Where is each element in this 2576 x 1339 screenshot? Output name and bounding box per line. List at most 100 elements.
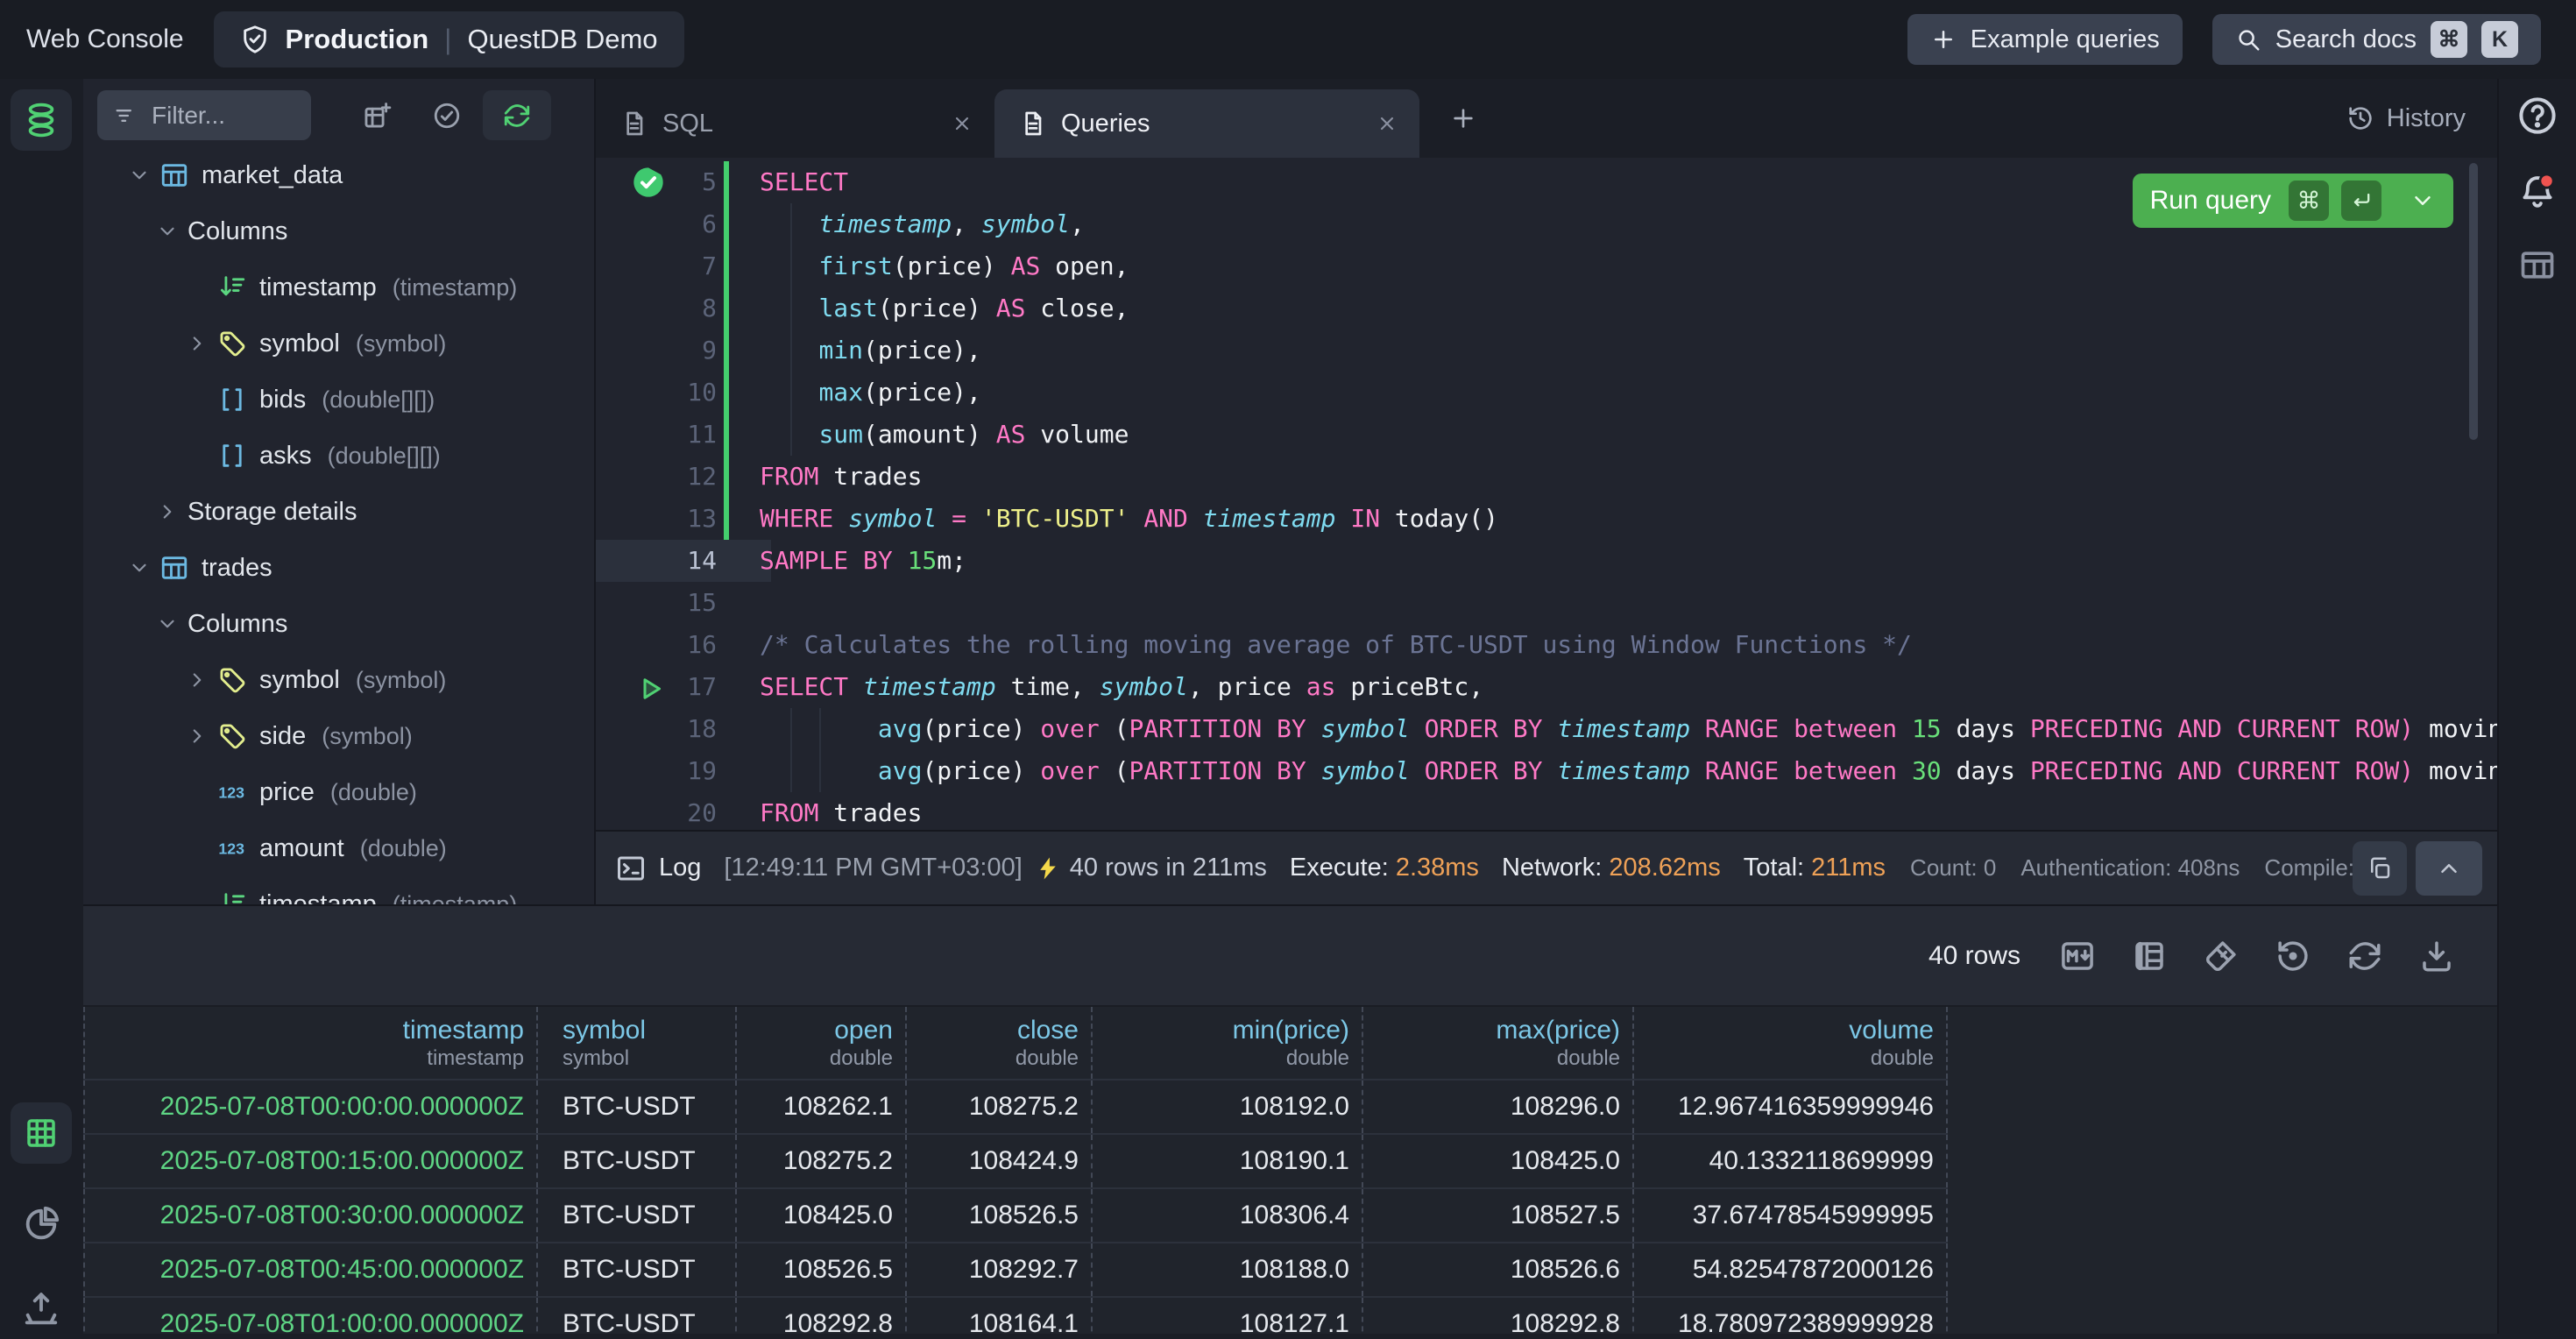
instance-badge[interactable]: Production | QuestDB Demo [214,11,684,67]
code-line-7[interactable]: 7 first(price) AS open, [596,245,2497,287]
export-button[interactable] [11,1278,72,1339]
tree-item-name: side [259,722,306,751]
code-line-19[interactable]: 19 avg(price) over (PARTITION BY symbol … [596,750,2497,792]
download-csv-icon[interactable] [2418,938,2455,974]
tree-item-trades[interactable]: trades [83,540,594,596]
tab-queries[interactable]: Queries [994,89,1419,158]
sql-editor[interactable]: 5SELECT6 timestamp, symbol,7 first(price… [596,158,2497,830]
code-text: last(price) AS close, [760,287,1129,329]
chart-view-button[interactable] [11,1194,72,1255]
cell-volume: 12.967416359999946 [1633,1080,1947,1134]
tab-sql[interactable]: SQL [596,89,994,158]
close-tab-icon[interactable] [951,112,973,135]
schema-sidebar: market_dataColumnstimestamp(timestamp)sy… [83,79,596,907]
chevron-down-icon[interactable] [128,164,159,187]
help-button[interactable] [2516,95,2558,137]
code-line-16[interactable]: 16/* Calculates the rolling moving avera… [596,624,2497,666]
table-row[interactable]: 2025-07-08T00:00:00.000000ZBTC-USDT10826… [84,1080,1947,1134]
chevron-right-icon[interactable] [186,332,217,355]
code-line-17[interactable]: 17SELECT timestamp time, symbol, price a… [596,666,2497,708]
table-row[interactable]: 2025-07-08T00:15:00.000000ZBTC-USDT10827… [84,1134,1947,1188]
database-nav-button[interactable] [11,89,72,151]
schema-filter-input[interactable] [150,101,276,131]
table-row[interactable]: 2025-07-08T00:30:00.000000ZBTC-USDT10842… [84,1188,1947,1243]
freeze-columns-icon[interactable] [2131,938,2168,974]
chevron-down-icon[interactable] [128,556,159,579]
column-header-timestamp[interactable]: timestamptimestamp [84,1007,537,1080]
collapse-log-button[interactable] [2416,841,2482,896]
tab-sql-label: SQL [662,110,713,138]
tree-item-timestamp[interactable]: timestamp(timestamp) [83,259,594,315]
column-header-min(price)[interactable]: min(price)double [1092,1007,1362,1080]
tree-item-price[interactable]: 123price(double) [83,764,594,820]
cell-close: 108275.2 [906,1080,1092,1134]
search-docs-button[interactable]: Search docs ⌘ K [2212,14,2541,65]
code-line-15[interactable]: 15 [596,582,2497,624]
tree-item-amount[interactable]: 123amount(double) [83,820,594,876]
tree-item-type: (double) [360,835,447,862]
tree-item-name: asks [259,442,312,471]
markdown-export-icon[interactable] [2059,938,2096,974]
editor-tab-bar: SQL Queries History [596,79,2497,158]
column-header-max(price)[interactable]: max(price)double [1362,1007,1633,1080]
suspend-toggle-button[interactable] [421,90,472,140]
editor-scrollbar[interactable] [2469,163,2478,440]
query-tool-icon[interactable] [2203,938,2240,974]
chevron-right-icon[interactable] [186,725,217,747]
code-text: /* Calculates the rolling moving average… [760,624,1912,666]
history-button[interactable]: History [2346,104,2466,133]
column-header-close[interactable]: closedouble [906,1007,1092,1080]
code-line-9[interactable]: 9 min(price), [596,329,2497,372]
copy-log-button[interactable] [2353,841,2407,896]
table-icon [159,160,202,190]
code-line-20[interactable]: 20FROM trades [596,792,2497,830]
code-line-11[interactable]: 11 sum(amount) AS volume [596,414,2497,456]
tree-item-bids[interactable]: bids(double[][]) [83,372,594,428]
code-line-12[interactable]: 12FROM trades [596,456,2497,498]
tree-item-timestamp[interactable]: timestamp(timestamp) [83,876,594,907]
code-line-13[interactable]: 13WHERE symbol = 'BTC-USDT' AND timestam… [596,498,2497,540]
log-metric: Execute: 2.38ms [1290,854,1479,882]
column-header-volume[interactable]: volumedouble [1633,1007,1947,1080]
add-table-icon [362,101,392,131]
code-line-10[interactable]: 10 max(price), [596,372,2497,414]
table-row[interactable]: 2025-07-08T00:45:00.000000ZBTC-USDT10852… [84,1243,1947,1297]
tree-item-Columns[interactable]: Columns [83,596,594,652]
chevron-right-icon[interactable] [156,500,188,523]
cell-symbol: BTC-USDT [537,1134,736,1188]
tree-item-name: symbol [259,329,340,358]
run-query-button[interactable]: Run query ⌘ [2133,174,2453,228]
result-panel-icon[interactable] [2518,245,2557,284]
chevron-down-icon[interactable] [156,220,188,243]
cell-max(price): 108292.8 [1362,1297,1633,1334]
back-to-latest-icon[interactable] [2275,938,2311,974]
tree-item-asks[interactable]: asks(double[][]) [83,428,594,484]
line-number: 19 [596,750,717,792]
chevron-down-icon[interactable] [156,613,188,635]
schema-filter[interactable] [97,90,311,140]
tree-item-Storage details[interactable]: Storage details [83,484,594,540]
column-header-open[interactable]: opendouble [736,1007,906,1080]
add-table-button[interactable] [351,90,402,140]
column-header-symbol[interactable]: symbolsymbol [537,1007,736,1080]
close-tab-icon[interactable] [1376,112,1398,135]
code-line-8[interactable]: 8 last(price) AS close, [596,287,2497,329]
example-queries-button[interactable]: Example queries [1907,14,2183,65]
chevron-down-icon[interactable] [2410,188,2436,214]
tree-item-market_data[interactable]: market_data [83,147,594,203]
refresh-schema-button[interactable] [483,90,551,140]
notifications-bell-icon[interactable] [2517,172,2558,212]
code-line-18[interactable]: 18 avg(price) over (PARTITION BY symbol … [596,708,2497,750]
chevron-right-icon[interactable] [186,669,217,691]
tree-item-symbol[interactable]: symbol(symbol) [83,315,594,372]
grid-view-button[interactable] [11,1102,72,1164]
add-tab-button[interactable] [1449,104,1477,132]
code-line-14[interactable]: 14SAMPLE BY 15m; [596,540,2497,582]
tree-item-side[interactable]: side(symbol) [83,708,594,764]
refresh-data-icon[interactable] [2346,938,2383,974]
shield-check-icon [240,25,270,54]
table-row[interactable]: 2025-07-08T01:00:00.000000ZBTC-USDT10829… [84,1297,1947,1334]
tree-item-symbol[interactable]: symbol(symbol) [83,652,594,708]
run-statement-icon[interactable] [634,673,666,705]
tree-item-Columns[interactable]: Columns [83,203,594,259]
